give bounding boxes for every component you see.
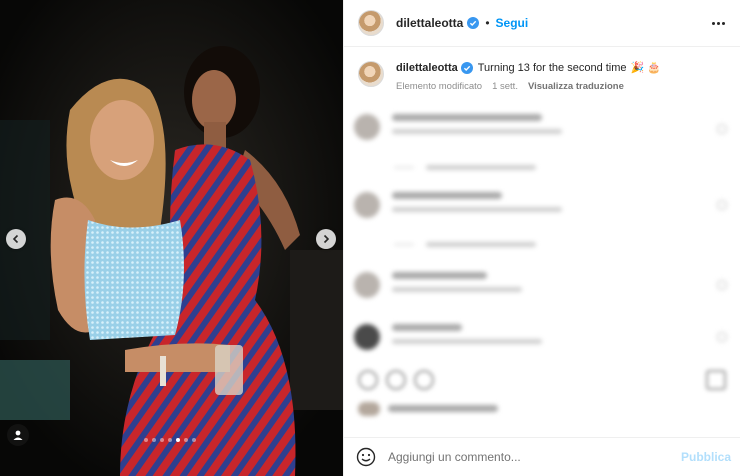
- post-caption: dilettaleotta Turning 13 for the second …: [344, 47, 740, 92]
- comment-item: [354, 192, 562, 220]
- previous-slide-button[interactable]: [6, 229, 26, 249]
- post-time[interactable]: 1 sett.: [492, 81, 518, 92]
- comment-item: [354, 324, 542, 352]
- caption-text: Turning 13 for the second time: [477, 62, 627, 74]
- chevron-left-icon: [12, 234, 19, 244]
- chevron-right-icon: [323, 234, 330, 244]
- comment-input[interactable]: [388, 450, 668, 464]
- caption-avatar[interactable]: [358, 61, 384, 87]
- carousel-dot: [152, 438, 156, 442]
- follow-button[interactable]: Segui: [496, 16, 529, 30]
- username-link[interactable]: dilettaleotta: [396, 16, 463, 30]
- more-options-button[interactable]: [708, 16, 728, 30]
- carousel-dot: [168, 438, 172, 442]
- instagram-post: dilettaleotta • Segui dilettaleotta Turn…: [0, 0, 740, 476]
- carousel-dot: [144, 438, 148, 442]
- tagged-users-button[interactable]: [7, 424, 29, 446]
- carousel-dot: [160, 438, 164, 442]
- emoji-icon[interactable]: [356, 447, 376, 467]
- carousel-indicator: [144, 438, 196, 442]
- avatar[interactable]: [358, 10, 384, 36]
- post-media[interactable]: [0, 0, 343, 476]
- see-translation-link[interactable]: Visualizza traduzione: [528, 81, 624, 92]
- add-comment-bar: Pubblica: [344, 437, 740, 476]
- post-actions-blurred: [344, 366, 740, 396]
- comment-item: [354, 272, 522, 300]
- publish-button[interactable]: Pubblica: [681, 450, 731, 464]
- edited-label: Elemento modificato: [396, 81, 483, 92]
- post-header: dilettaleotta • Segui: [344, 0, 740, 47]
- user-tag-icon: [13, 430, 23, 440]
- caption-username-link[interactable]: dilettaleotta: [396, 61, 458, 75]
- more-horizontal-icon: [711, 21, 715, 25]
- caption-meta: Elemento modificato 1 sett. Visualizza t…: [396, 81, 661, 92]
- separator-dot: •: [485, 16, 490, 30]
- next-slide-button[interactable]: [316, 229, 336, 249]
- carousel-dot: [176, 438, 180, 442]
- comment-item: [354, 114, 562, 142]
- likes-row-blurred: [344, 398, 740, 420]
- carousel-dot: [184, 438, 188, 442]
- caption-emojis: 🎉 🎂: [630, 62, 661, 74]
- verified-badge-icon: [467, 17, 480, 29]
- post-sidebar: dilettaleotta • Segui dilettaleotta Turn…: [343, 0, 740, 476]
- verified-badge-icon: [460, 62, 473, 74]
- carousel-dot: [192, 438, 196, 442]
- post-photo: [0, 0, 343, 476]
